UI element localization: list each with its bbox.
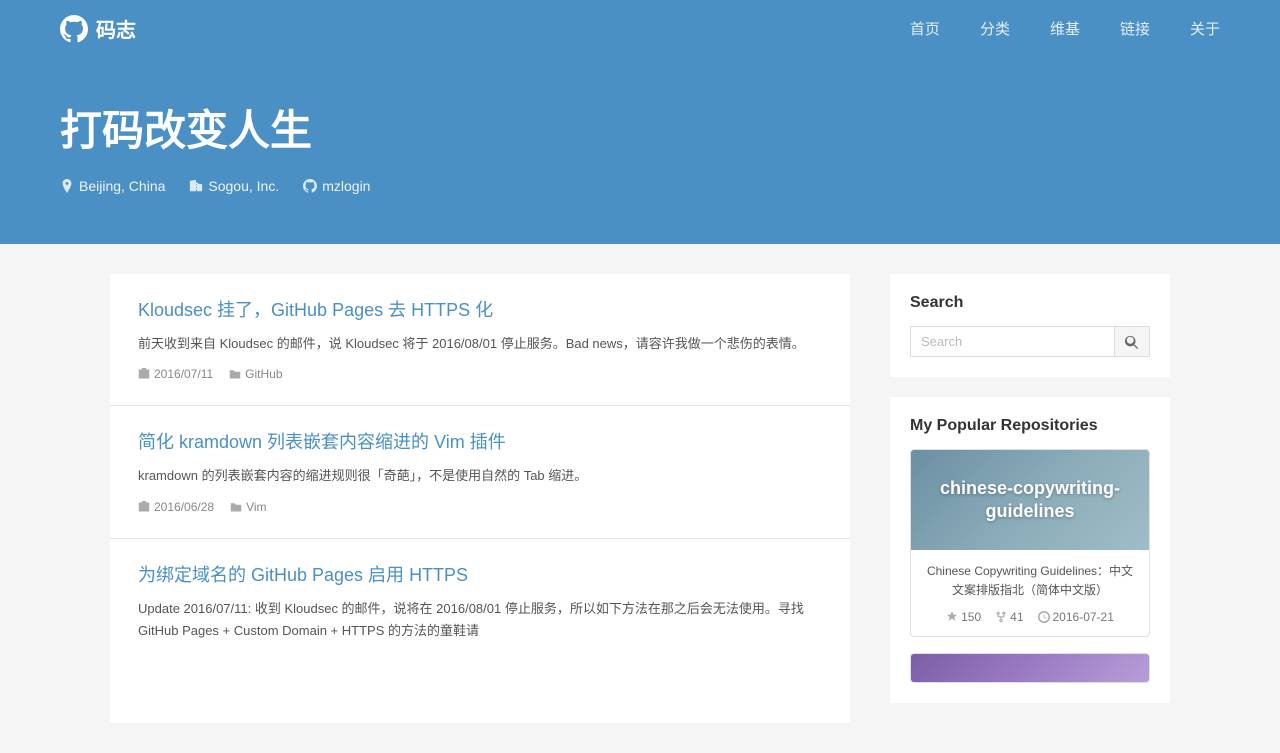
hero-location: Beijing, China — [60, 178, 165, 194]
hero-meta: Beijing, China Sogou, Inc. mzlogin — [60, 178, 1220, 194]
post-title[interactable]: Kloudsec 挂了，GitHub Pages 去 HTTPS 化 — [138, 298, 822, 323]
company-text: Sogou, Inc. — [208, 178, 279, 194]
post-category: GitHub — [229, 367, 282, 381]
github-brand-icon — [60, 15, 88, 43]
github-username: mzlogin — [322, 178, 370, 194]
post-item: 为绑定域名的 GitHub Pages 启用 HTTPS Update 2016… — [110, 539, 850, 678]
star-icon — [946, 611, 958, 623]
navbar: 码志 首页 分类 维基 链接 关于 — [0, 0, 1280, 57]
search-button[interactable] — [1114, 326, 1150, 357]
nav-item-links[interactable]: 链接 — [1120, 18, 1150, 39]
main-container: Kloudsec 挂了，GitHub Pages 去 HTTPS 化 前天收到来… — [50, 244, 1230, 753]
location-icon — [60, 179, 74, 193]
post-category: Vim — [230, 500, 266, 514]
repo-forks: 41 — [995, 610, 1023, 624]
repo-description: Chinese Copywriting Guidelines：中文文案排版指北（… — [925, 562, 1135, 600]
post-title[interactable]: 简化 kramdown 列表嵌套内容缩进的 Vim 插件 — [138, 430, 822, 455]
brand-name: 码志 — [96, 14, 136, 43]
search-row — [910, 326, 1150, 357]
repo-stars: 150 — [946, 610, 981, 624]
popular-repos-section: My Popular Repositories chinese-copywrit… — [890, 397, 1170, 703]
nav-item-wiki[interactable]: 维基 — [1050, 18, 1080, 39]
main-wrapper: Kloudsec 挂了，GitHub Pages 去 HTTPS 化 前天收到来… — [0, 244, 1280, 753]
nav-menu: 首页 分类 维基 链接 关于 — [910, 18, 1220, 39]
post-excerpt: kramdown 的列表嵌套内容的缩进规则很「奇葩」，不是使用自然的 Tab 缩… — [138, 465, 822, 487]
repo-card[interactable] — [910, 653, 1150, 683]
hero-title: 打码改变人生 — [60, 97, 1220, 158]
post-item: Kloudsec 挂了，GitHub Pages 去 HTTPS 化 前天收到来… — [110, 274, 850, 406]
search-title: Search — [910, 294, 1150, 312]
sidebar: Search My Popular Repositories chine — [890, 274, 1170, 723]
post-item: 简化 kramdown 列表嵌套内容缩进的 Vim 插件 kramdown 的列… — [110, 406, 850, 538]
search-icon — [1125, 335, 1139, 349]
calendar-icon — [138, 501, 150, 513]
post-date: 2016/06/28 — [138, 500, 214, 514]
fork-icon — [995, 611, 1007, 623]
calendar-icon — [138, 368, 150, 380]
repo-image-text: chinese-copywriting-guidelines — [927, 477, 1133, 524]
post-date: 2016/07/11 — [138, 367, 213, 381]
post-meta: 2016/07/11 GitHub — [138, 367, 822, 381]
repo-card-image-2 — [911, 654, 1149, 683]
post-title[interactable]: 为绑定域名的 GitHub Pages 启用 HTTPS — [138, 563, 822, 588]
nav-item-categories[interactable]: 分类 — [980, 18, 1010, 39]
nav-item-home[interactable]: 首页 — [910, 18, 940, 39]
folder-icon — [229, 368, 241, 380]
post-meta: 2016/06/28 Vim — [138, 500, 822, 514]
clock-icon — [1038, 611, 1050, 623]
repo-card-image: chinese-copywriting-guidelines — [911, 450, 1149, 550]
repo-stats: 150 41 — [925, 610, 1135, 624]
popular-repos-title: My Popular Repositories — [910, 417, 1150, 435]
hero-content: 打码改变人生 Beijing, China Sogou, Inc. mzlogi… — [0, 57, 1280, 244]
hero-section: 码志 首页 分类 维基 链接 关于 打码改变人生 Beijing, China … — [0, 0, 1280, 244]
brand-link[interactable]: 码志 — [60, 14, 136, 43]
search-section: Search — [890, 274, 1170, 377]
nav-item-about[interactable]: 关于 — [1190, 18, 1220, 39]
post-excerpt: Update 2016/07/11: 收到 Kloudsec 的邮件，说将在 2… — [138, 598, 822, 642]
post-excerpt: 前天收到来自 Kloudsec 的邮件，说 Kloudsec 将于 2016/0… — [138, 333, 822, 355]
location-text: Beijing, China — [79, 178, 165, 194]
building-icon — [189, 179, 203, 193]
repo-card-body: Chinese Copywriting Guidelines：中文文案排版指北（… — [911, 550, 1149, 636]
hero-company: Sogou, Inc. — [189, 178, 279, 194]
repo-updated: 2016-07-21 — [1038, 610, 1114, 624]
folder-icon — [230, 501, 242, 513]
repo-card[interactable]: chinese-copywriting-guidelines Chinese C… — [910, 449, 1150, 637]
github-meta-icon — [303, 179, 317, 193]
search-input[interactable] — [910, 326, 1114, 357]
posts-column: Kloudsec 挂了，GitHub Pages 去 HTTPS 化 前天收到来… — [110, 274, 850, 723]
hero-github: mzlogin — [303, 178, 370, 194]
